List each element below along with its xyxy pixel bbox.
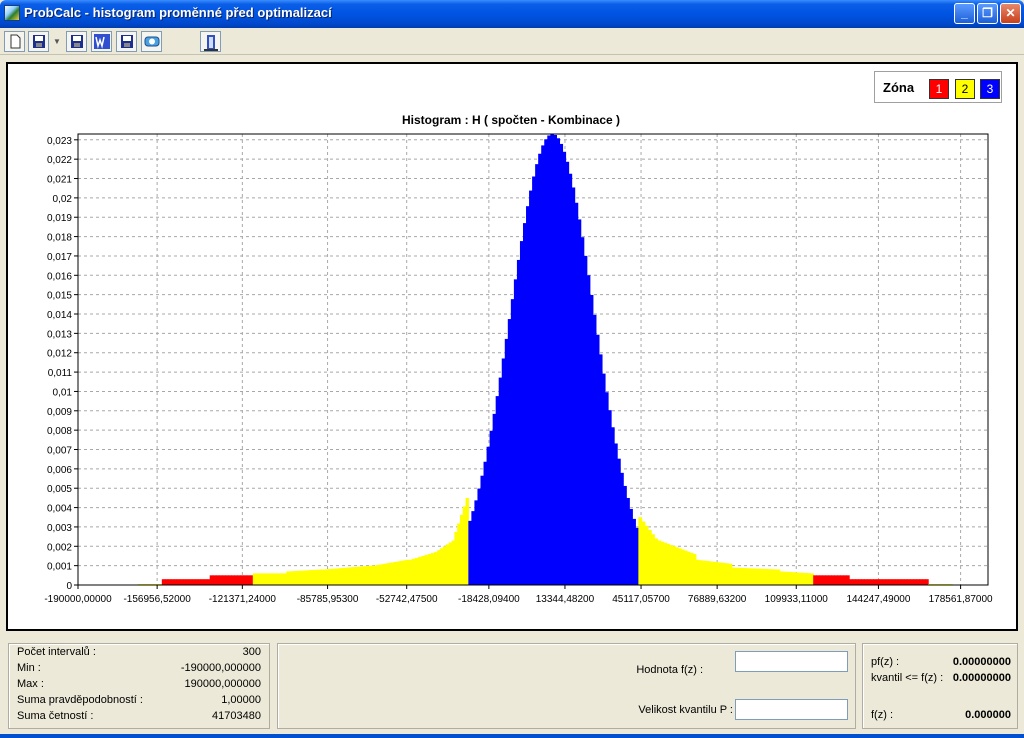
y-tick-label: 0,022 xyxy=(47,155,72,166)
y-tick-label: 0,014 xyxy=(47,310,72,321)
zone-3-swatch[interactable]: 3 xyxy=(980,79,1000,99)
dropdown-arrow-icon[interactable]: ▼ xyxy=(53,37,61,46)
window-title: ProbCalc - histogram proměnné před optim… xyxy=(24,5,332,20)
x-tick-label: 178561,87000 xyxy=(929,594,993,605)
y-tick-label: 0,023 xyxy=(47,136,72,147)
y-tick-label: 0,01 xyxy=(53,387,73,398)
x-tick-label: -18428,09400 xyxy=(458,594,520,605)
y-tick-label: 0,007 xyxy=(47,446,72,457)
stat-label: Max : xyxy=(17,678,44,690)
stat-label: Počet intervalů : xyxy=(17,646,96,658)
results-panel: pf(z) : 0.00000000 kvantil <= f(z) : 0.0… xyxy=(862,643,1018,729)
y-tick-label: 0,018 xyxy=(47,233,72,244)
y-tick-label: 0,013 xyxy=(47,329,72,340)
x-tick-label: 76889,63200 xyxy=(688,594,747,605)
floppy-button[interactable] xyxy=(116,31,137,52)
save-button[interactable] xyxy=(28,31,49,52)
y-tick-label: 0 xyxy=(66,581,72,592)
histogram-bars xyxy=(137,134,953,586)
new-button[interactable] xyxy=(4,31,25,52)
x-tick-label: -52742,47500 xyxy=(376,594,438,605)
y-tick-label: 0,016 xyxy=(47,271,72,282)
stat-value: 300 xyxy=(242,646,261,658)
fz-result-value: 0.000000 xyxy=(965,709,1011,721)
y-tick-label: 0,02 xyxy=(53,194,73,205)
word-export-button[interactable] xyxy=(91,31,112,52)
word-export-icon xyxy=(93,34,110,49)
x-axis: -190000,00000 -156956,52000 -121371,24000 -… xyxy=(44,585,993,605)
query-panel: Hodnota f(z) : Velikost kvantilu P : xyxy=(277,643,856,729)
stat-label: Min : xyxy=(17,662,41,674)
main-window: ProbCalc - histogram proměnné před optim… xyxy=(0,0,1024,738)
y-tick-label: 0,021 xyxy=(47,175,72,186)
exit-icon xyxy=(203,35,218,51)
window-bottom-border xyxy=(0,734,1024,738)
stat-value: -190000,000000 xyxy=(180,662,261,674)
toolbar: ▼ xyxy=(0,28,1024,55)
legend-label: Zóna xyxy=(883,80,915,95)
x-tick-label: -190000,00000 xyxy=(44,594,112,605)
chart-title: Histogram : H ( spočten - Kombinace ) xyxy=(402,113,620,127)
stat-row: Suma pravděpodobností : 1,00000 xyxy=(17,694,261,710)
maximize-button[interactable]: ❐ xyxy=(977,3,998,24)
x-tick-label: 109933,11000 xyxy=(765,594,829,605)
y-tick-label: 0,006 xyxy=(47,465,72,476)
exit-button[interactable] xyxy=(200,31,221,52)
image-export-icon xyxy=(144,36,159,47)
stat-value: 41703480 xyxy=(212,710,261,722)
stat-row: Max : 190000,000000 xyxy=(17,678,261,694)
y-tick-label: 0,011 xyxy=(48,368,73,379)
y-tick-label: 0,009 xyxy=(47,407,72,418)
stat-row: Suma četností : 41703480 xyxy=(17,710,261,726)
y-tick-label: 0,015 xyxy=(47,291,72,302)
stat-label: Suma pravděpodobností : xyxy=(17,694,143,706)
fz-value-input[interactable] xyxy=(735,651,848,672)
stat-value: 190000,000000 xyxy=(184,678,261,690)
x-tick-label: -85785,95300 xyxy=(297,594,359,605)
stat-row: Počet intervalů : 300 xyxy=(17,646,261,662)
x-tick-label: 144247,49000 xyxy=(846,594,910,605)
kvantil-label: kvantil <= f(z) : xyxy=(871,672,944,684)
quantile-size-label: Velikost kvantilu P : xyxy=(638,704,733,716)
floppy-icon xyxy=(120,35,133,48)
new-icon xyxy=(10,34,20,49)
x-tick-label: -156956,52000 xyxy=(123,594,191,605)
save-as-icon xyxy=(70,35,83,48)
y-tick-label: 0,004 xyxy=(47,504,72,515)
stat-row: Min : -190000,000000 xyxy=(17,662,261,678)
y-tick-label: 0,012 xyxy=(47,349,72,360)
histogram-chart: Histogram : H ( spočten - Kombinace ) 00… xyxy=(44,113,993,605)
fz-value-label: Hodnota f(z) : xyxy=(636,664,703,676)
minimize-button[interactable]: _ xyxy=(954,3,975,24)
image-export-button[interactable] xyxy=(141,31,162,52)
kvantil-value: 0.00000000 xyxy=(952,672,1011,684)
zone-legend: Zóna 1 2 3 xyxy=(874,71,1002,103)
y-tick-label: 0,001 xyxy=(47,562,72,573)
pf-value: 0.00000000 xyxy=(952,656,1011,668)
zone-2-swatch[interactable]: 2 xyxy=(955,79,975,99)
stat-value: 1,00000 xyxy=(221,694,261,706)
fz-label: f(z) : xyxy=(871,709,893,721)
y-tick-label: 0,008 xyxy=(47,426,72,437)
x-tick-label: 13344,48200 xyxy=(536,594,595,605)
pf-label: pf(z) : xyxy=(871,656,900,668)
save-icon xyxy=(32,35,45,48)
save-as-button[interactable] xyxy=(66,31,87,52)
x-tick-label: 45117,05700 xyxy=(612,594,670,605)
y-tick-label: 0,017 xyxy=(47,252,72,263)
app-icon xyxy=(4,5,20,21)
statistics-panel: Počet intervalů : 300 Min : -190000,0000… xyxy=(8,643,270,729)
title-bar[interactable]: ProbCalc - histogram proměnné před optim… xyxy=(0,0,1024,28)
y-tick-label: 0,003 xyxy=(47,523,72,534)
zone-1-swatch[interactable]: 1 xyxy=(929,79,949,99)
y-tick-label: 0,019 xyxy=(47,213,72,224)
close-button[interactable]: ✕ xyxy=(1000,3,1021,24)
chart-frame: Histogram : H ( spočten - Kombinace ) 00… xyxy=(6,62,1018,631)
quantile-size-input[interactable] xyxy=(735,699,848,720)
stat-label: Suma četností : xyxy=(17,710,94,722)
x-tick-label: -121371,24000 xyxy=(209,594,277,605)
y-tick-label: 0,005 xyxy=(47,484,72,495)
y-tick-label: 0,002 xyxy=(47,542,72,553)
y-axis: 0 0,001 0,002 0,003 0,004 0,005 0,006 0,007 0,00… xyxy=(47,136,78,592)
